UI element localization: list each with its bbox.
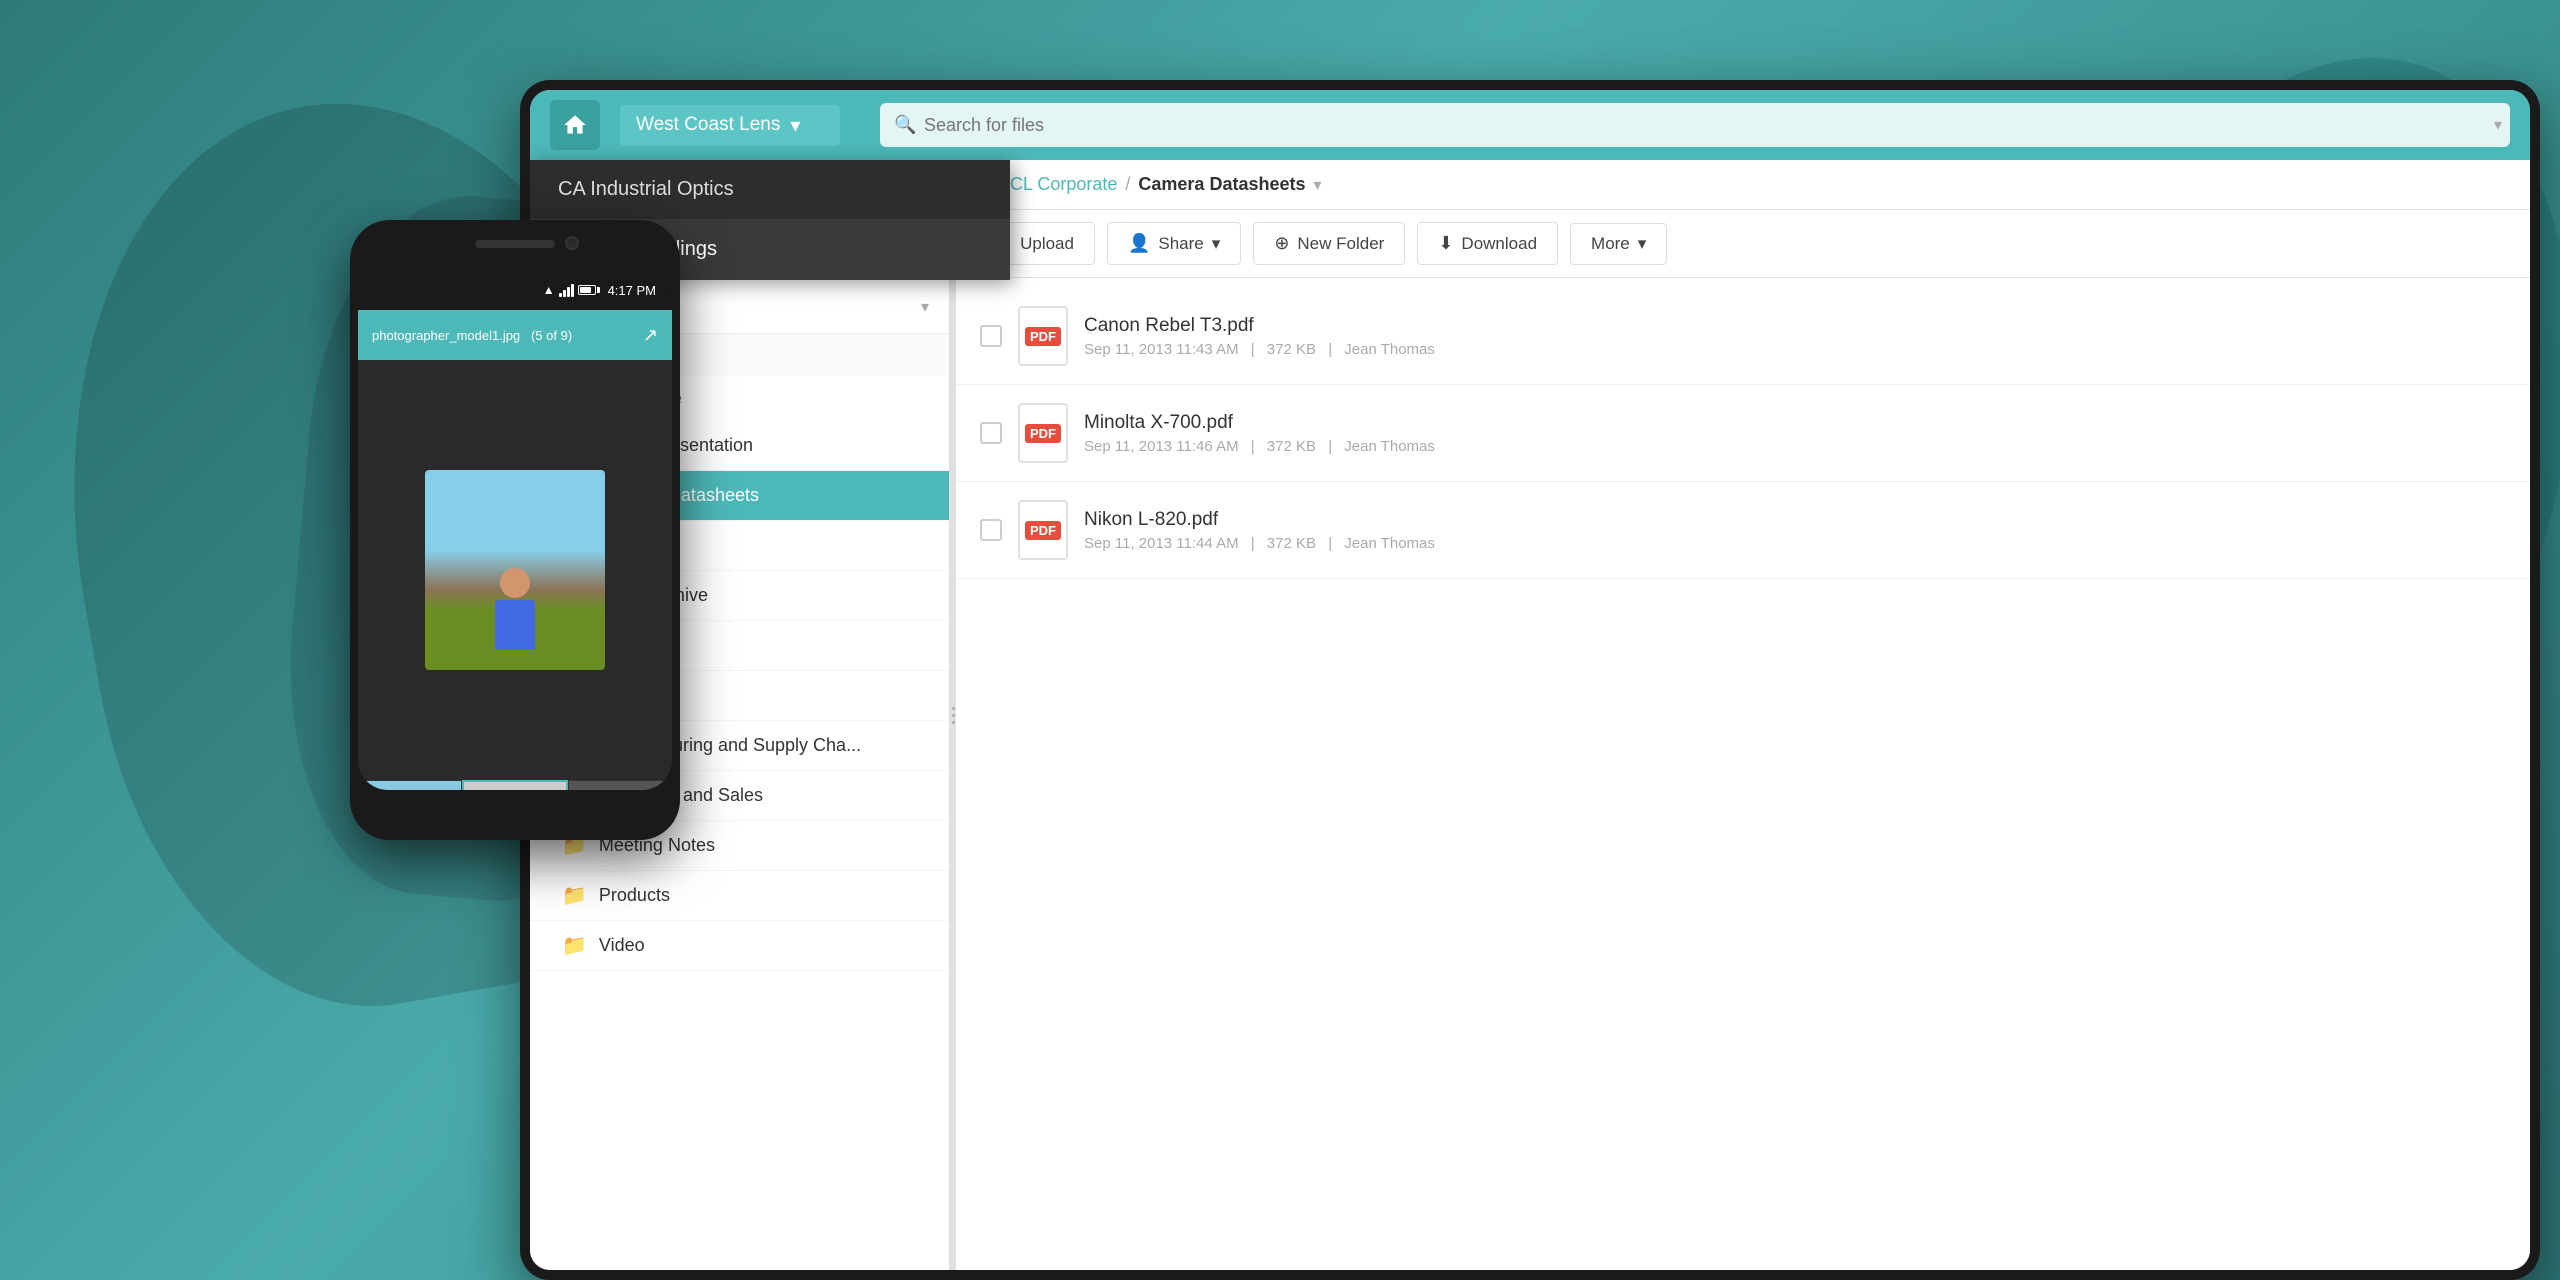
file-checkbox-2[interactable] bbox=[980, 519, 1002, 541]
wifi-icon: ▲ bbox=[543, 283, 555, 297]
breadcrumb-camera-datasheets: Camera Datasheets bbox=[1138, 174, 1305, 195]
thumbnail-1[interactable] bbox=[358, 780, 462, 790]
file-checkbox-1[interactable] bbox=[980, 422, 1002, 444]
search-container: 🔍 ▾ bbox=[880, 103, 2510, 147]
battery-icon bbox=[578, 285, 600, 295]
phone-image-viewer[interactable] bbox=[358, 360, 672, 780]
pdf-icon-0: PDF bbox=[1018, 306, 1068, 366]
org-selector[interactable]: West Coast Lens ▾ bbox=[620, 105, 840, 146]
file-info-1: Minolta X-700.pdf Sep 11, 2013 11:46 AM … bbox=[1084, 412, 2506, 455]
app-header: West Coast Lens ▾ 🔍 ▾ bbox=[530, 90, 2530, 160]
breadcrumb: / WCL Corporate / Camera Datasheets ▾ bbox=[956, 160, 2530, 210]
file-meta-0: Sep 11, 2013 11:43 AM | 372 KB | Jean Th… bbox=[1084, 341, 2506, 358]
thumbnail-3[interactable] bbox=[568, 780, 672, 790]
download-label: Download bbox=[1461, 234, 1537, 254]
pdf-badge-2: PDF bbox=[1025, 521, 1061, 540]
signal-bars-icon bbox=[559, 283, 574, 297]
meta-sep-0: | bbox=[1251, 341, 1255, 358]
folder-icon-10: 📁 bbox=[562, 933, 587, 958]
search-dropdown-icon[interactable]: ▾ bbox=[2494, 115, 2502, 135]
file-meta-2: Sep 11, 2013 11:44 AM | 372 KB | Jean Th… bbox=[1084, 535, 2506, 552]
file-name-0: Canon Rebel T3.pdf bbox=[1084, 315, 2506, 337]
thumbnail-strip bbox=[358, 780, 672, 790]
share-label: Share bbox=[1158, 234, 1203, 254]
drag-dot-3 bbox=[952, 721, 955, 724]
table-row[interactable]: PDF Canon Rebel T3.pdf Sep 11, 2013 11:4… bbox=[956, 288, 2530, 385]
table-row[interactable]: PDF Minolta X-700.pdf Sep 11, 2013 11:46… bbox=[956, 385, 2530, 482]
image-count-text: (5 of 9) bbox=[531, 328, 572, 343]
upload-label: Upload bbox=[1020, 234, 1074, 254]
breadcrumb-wcl-corporate[interactable]: WCL Corporate bbox=[993, 174, 1117, 195]
dropdown-item-ca-industrial[interactable]: CA Industrial Optics bbox=[530, 160, 950, 220]
share-icon[interactable]: ↗ bbox=[643, 325, 658, 346]
file-name-1: Minolta X-700.pdf bbox=[1084, 412, 2506, 434]
home-icon bbox=[562, 112, 588, 138]
clock-display: 4:17 PM bbox=[608, 283, 656, 298]
search-input[interactable] bbox=[880, 103, 2510, 147]
file-list: PDF Canon Rebel T3.pdf Sep 11, 2013 11:4… bbox=[956, 278, 2530, 1270]
file-name-2: Nikon L-820.pdf bbox=[1084, 509, 2506, 531]
new-folder-icon: ⊕ bbox=[1274, 233, 1289, 254]
sidebar-folder-item-10[interactable]: 📁 Video bbox=[530, 921, 949, 971]
new-folder-button[interactable]: ⊕ New Folder bbox=[1253, 222, 1405, 265]
pdf-badge-1: PDF bbox=[1025, 424, 1061, 443]
phone-screen: ▲ 4:17 PM photographer_model1.jpg bbox=[358, 270, 672, 790]
more-button[interactable]: More ▾ bbox=[1570, 223, 1667, 265]
person-share-icon: 👤 bbox=[1128, 233, 1150, 254]
person-silhouette bbox=[495, 568, 535, 650]
tablet-device: West Coast Lens ▾ 🔍 ▾ CA Industrial Opti… bbox=[520, 80, 2540, 1280]
table-row[interactable]: PDF Nikon L-820.pdf Sep 11, 2013 11:44 A… bbox=[956, 482, 2530, 579]
status-icons: ▲ 4:17 PM bbox=[543, 283, 656, 298]
new-folder-label: New Folder bbox=[1297, 234, 1384, 254]
file-meta-1: Sep 11, 2013 11:46 AM | 372 KB | Jean Th… bbox=[1084, 438, 2506, 455]
pdf-icon-1: PDF bbox=[1018, 403, 1068, 463]
file-info-2: Nikon L-820.pdf Sep 11, 2013 11:44 AM | … bbox=[1084, 509, 2506, 552]
folder-label-10: Video bbox=[599, 935, 645, 956]
sidebar-folder-item-9[interactable]: 📁 Products bbox=[530, 871, 949, 921]
drag-dot-2 bbox=[952, 714, 955, 717]
share-button[interactable]: 👤 Share ▾ bbox=[1107, 222, 1241, 265]
phone-filename-label: photographer_model1.jpg (5 of 9) bbox=[372, 328, 633, 343]
phone-device: ▲ 4:17 PM photographer_model1.jpg bbox=[350, 220, 680, 840]
main-pane: / WCL Corporate / Camera Datasheets ▾ ⬆ … bbox=[956, 160, 2530, 1270]
drag-dot-1 bbox=[952, 707, 955, 710]
share-dropdown-icon: ▾ bbox=[1212, 234, 1221, 254]
breadcrumb-dropdown-icon[interactable]: ▾ bbox=[1314, 175, 1322, 195]
breadcrumb-separator-2: / bbox=[1125, 174, 1130, 195]
download-icon: ⬇ bbox=[1438, 233, 1453, 254]
file-checkbox-0[interactable] bbox=[980, 325, 1002, 347]
file-toolbar: ⬆ Upload 👤 Share ▾ ⊕ New Folder ⬇ Dow bbox=[956, 210, 2530, 278]
folder-icon-9: 📁 bbox=[562, 883, 587, 908]
content-area: CA Industrial Optics Matsumi Holdings ☁ … bbox=[530, 160, 2530, 1270]
phone-camera bbox=[565, 236, 579, 250]
more-label: More bbox=[1591, 234, 1630, 254]
tablet-screen: West Coast Lens ▾ 🔍 ▾ CA Industrial Opti… bbox=[530, 90, 2530, 1270]
phone-status-bar: ▲ 4:17 PM bbox=[358, 270, 672, 310]
meta-sep2-1: | bbox=[1328, 438, 1332, 455]
home-button[interactable] bbox=[550, 100, 600, 150]
meta-sep-1: | bbox=[1251, 438, 1255, 455]
download-button[interactable]: ⬇ Download bbox=[1417, 222, 1558, 265]
search-icon: 🔍 bbox=[894, 115, 916, 136]
phone-viewer-header: photographer_model1.jpg (5 of 9) ↗ bbox=[358, 310, 672, 360]
folder-label-9: Products bbox=[599, 885, 670, 906]
org-name-label: West Coast Lens bbox=[636, 114, 780, 136]
meta-sep2-2: | bbox=[1328, 535, 1332, 552]
pdf-icon-2: PDF bbox=[1018, 500, 1068, 560]
more-dropdown-icon: ▾ bbox=[1638, 234, 1647, 254]
meta-sep2-0: | bbox=[1328, 341, 1332, 358]
person-body bbox=[495, 600, 535, 650]
cloud-store-dropdown-icon: ▾ bbox=[921, 297, 929, 317]
thumbnail-2[interactable] bbox=[462, 780, 568, 790]
person-head bbox=[500, 568, 530, 598]
file-info-0: Canon Rebel T3.pdf Sep 11, 2013 11:43 AM… bbox=[1084, 315, 2506, 358]
meta-sep-2: | bbox=[1251, 535, 1255, 552]
org-dropdown-icon: ▾ bbox=[790, 113, 800, 138]
filename-text: photographer_model1.jpg bbox=[372, 328, 520, 343]
pdf-badge-0: PDF bbox=[1025, 327, 1061, 346]
main-photo bbox=[425, 470, 605, 670]
phone-speaker bbox=[475, 240, 555, 248]
